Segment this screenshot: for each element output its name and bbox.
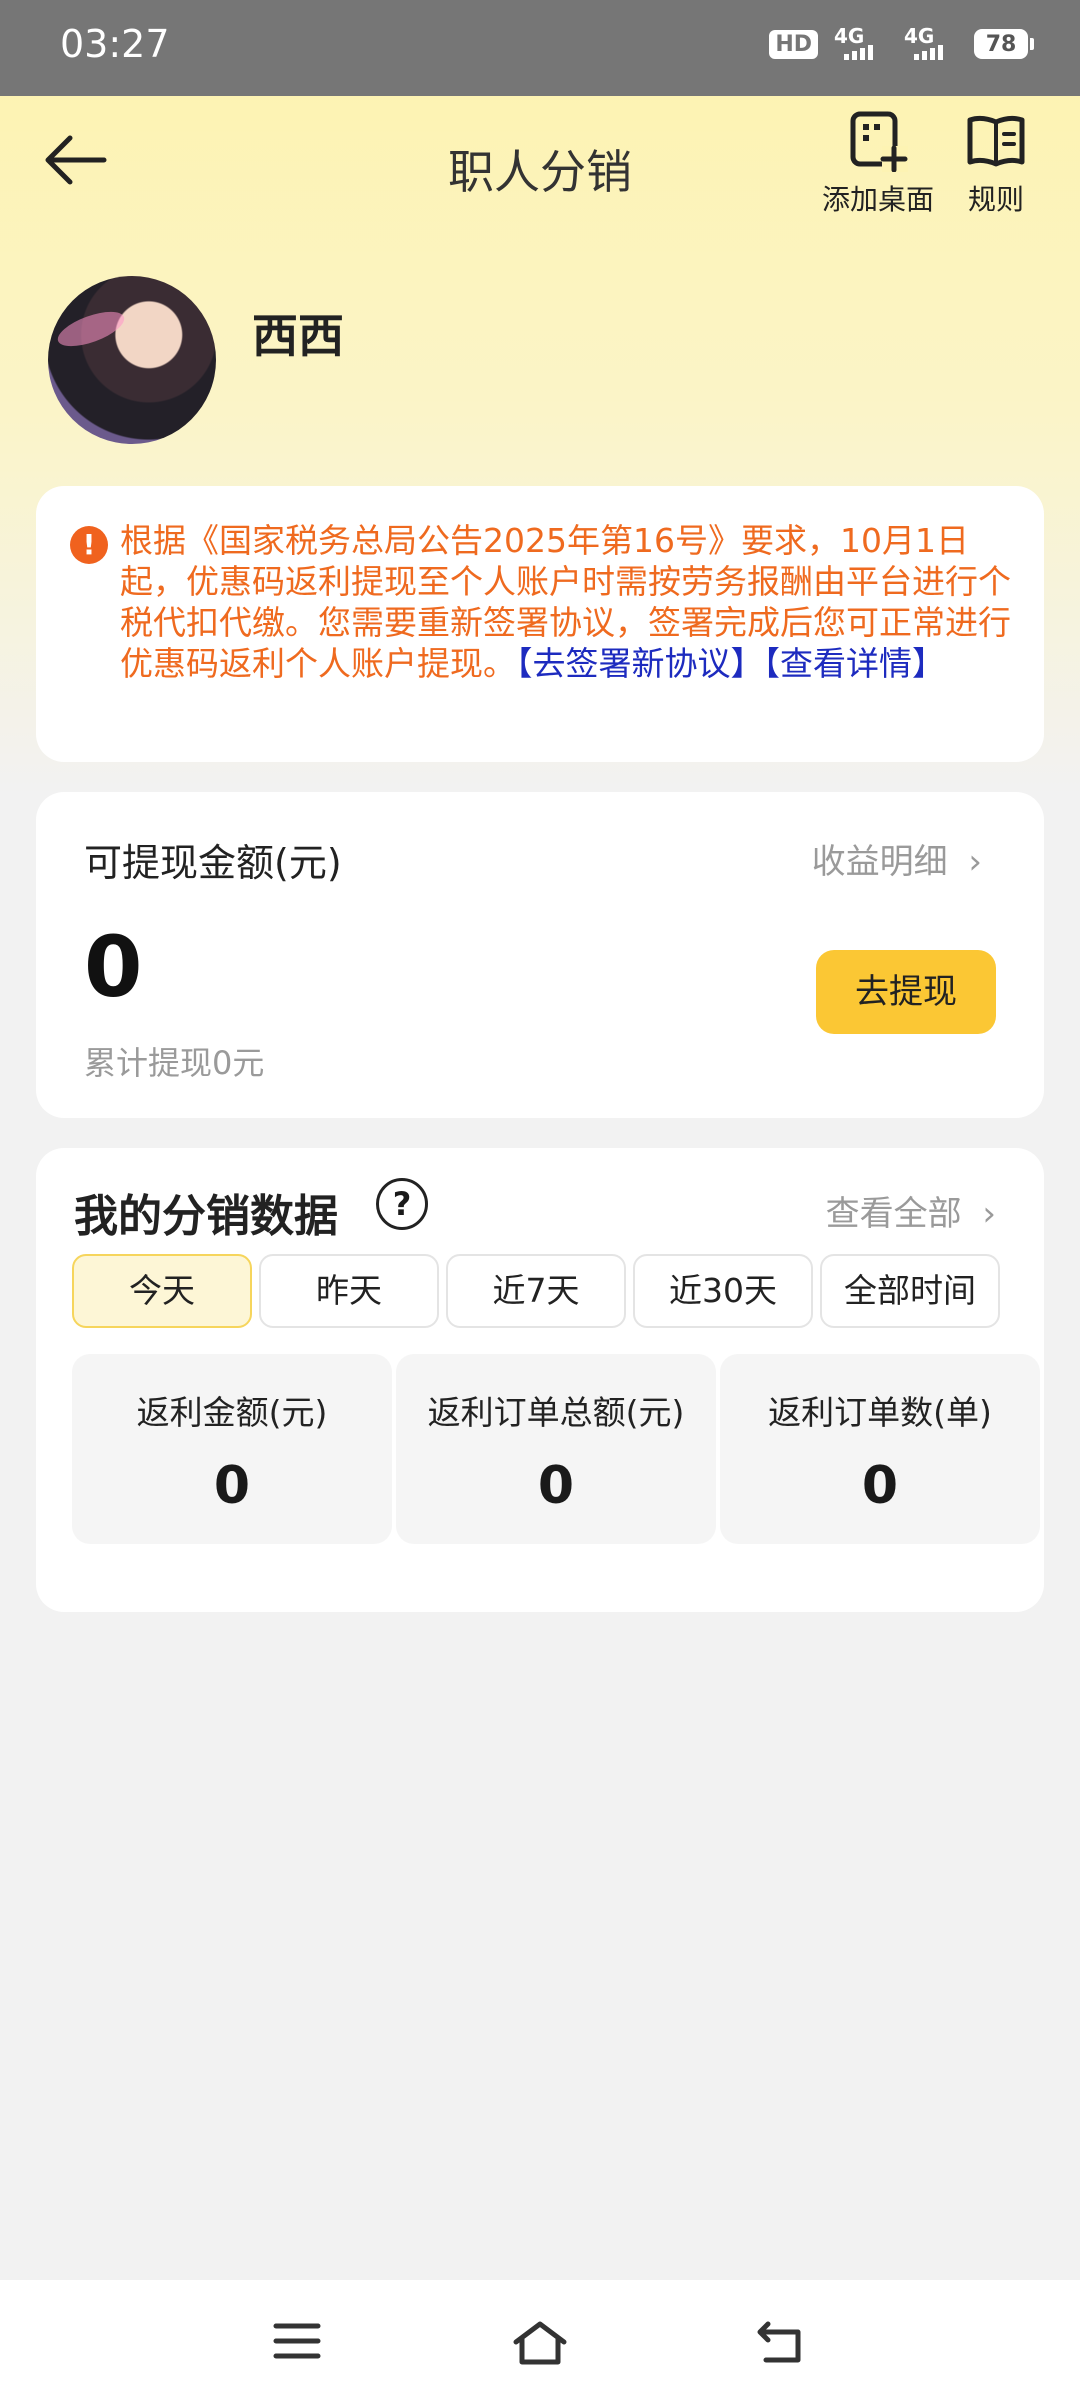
home-button[interactable]	[510, 2318, 570, 2372]
stat-label: 返利订单总额(元)	[427, 1393, 685, 1432]
add-to-desktop-icon	[850, 111, 908, 172]
add-desktop-button[interactable]: 添加桌面	[822, 110, 934, 218]
stat-rebate-order-total: 返利订单总额(元) 0	[396, 1354, 716, 1544]
withdraw-card: 可提现金额(元) 收益明细 › 0 累计提现0元 去提现	[36, 792, 1044, 1118]
stat-value: 0	[861, 1456, 899, 1516]
chevron-right-icon: ›	[968, 842, 982, 882]
battery-icon: 78	[974, 29, 1034, 59]
add-desktop-label: 添加桌面	[822, 183, 935, 216]
withdrawable-label: 可提现金额(元)	[84, 841, 342, 885]
tax-notice-card: ! 根据《国家税务总局公告2025年第16号》要求，10月1日起，优惠码返利提现…	[36, 486, 1044, 762]
tab-today[interactable]: 今天	[72, 1254, 252, 1328]
user-name: 西西	[252, 309, 344, 363]
total-withdrawn: 累计提现0元	[84, 1044, 265, 1082]
stat-label: 返利金额(元)	[136, 1393, 328, 1432]
stat-rebate-order-count: 返利订单数(单) 0	[720, 1354, 1040, 1544]
system-nav-bar	[0, 2280, 1080, 2404]
network-type-label: 4G	[834, 24, 865, 48]
view-all-link[interactable]: 查看全部 ›	[826, 1186, 996, 1235]
hd-icon: HD	[769, 29, 818, 59]
status-icons: HD 4G 4G 78	[769, 26, 1034, 62]
withdrawable-amount: 0	[84, 918, 143, 1016]
status-bar: 03:27 HD 4G 4G 78	[0, 0, 1080, 96]
back-nav-button[interactable]	[754, 2318, 806, 2370]
view-details-link[interactable]: 【查看详情】	[764, 644, 946, 683]
signal-bars	[914, 45, 943, 60]
menu-icon	[273, 2323, 321, 2359]
rules-button[interactable]: 规则	[966, 110, 1026, 218]
stats-row: 返利金额(元) 0 返利订单总额(元) 0 返利订单数(单) 0	[72, 1354, 1040, 1544]
menu-button[interactable]	[272, 2318, 322, 2368]
stat-value: 0	[537, 1456, 575, 1516]
stat-label: 返利订单数(单)	[768, 1393, 992, 1432]
status-time: 03:27	[60, 22, 170, 66]
home-icon	[513, 2321, 567, 2365]
withdraw-button[interactable]: 去提现	[816, 950, 996, 1034]
rules-label: 规则	[967, 183, 1024, 216]
book-icon	[967, 115, 1025, 167]
avatar[interactable]	[48, 276, 216, 444]
sign-agreement-link[interactable]: 【去签署新协议】	[516, 644, 764, 683]
signal-icon-1: 4G	[834, 26, 888, 62]
distribution-data-card: 我的分销数据 ? 查看全部 › 今天 昨天 近7天 近30天 全部时间 返利金额…	[36, 1148, 1044, 1612]
signal-bars	[844, 45, 873, 60]
distribution-title: 我的分销数据	[74, 1191, 338, 1242]
chevron-right-icon: ›	[982, 1194, 996, 1234]
help-icon[interactable]: ?	[376, 1178, 428, 1230]
time-range-tabs: 今天 昨天 近7天 近30天 全部时间	[72, 1254, 1000, 1328]
stat-value: 0	[213, 1456, 251, 1516]
view-all-label: 查看全部	[825, 1194, 962, 1234]
stat-rebate-amount: 返利金额(元) 0	[72, 1354, 392, 1544]
back-icon	[757, 2321, 801, 2363]
network-type-label: 4G	[904, 24, 935, 48]
earnings-detail-link[interactable]: 收益明细 ›	[812, 834, 982, 883]
warning-icon: !	[70, 526, 108, 564]
earnings-detail-label: 收益明细	[811, 842, 948, 882]
signal-icon-2: 4G	[904, 26, 958, 62]
tab-all-time[interactable]: 全部时间	[820, 1254, 1000, 1328]
tab-7-days[interactable]: 近7天	[446, 1254, 626, 1328]
tab-30-days[interactable]: 近30天	[633, 1254, 813, 1328]
tab-yesterday[interactable]: 昨天	[259, 1254, 439, 1328]
notice-text: 根据《国家税务总局公告2025年第16号》要求，10月1日起，优惠码返利提现至个…	[120, 520, 1020, 684]
